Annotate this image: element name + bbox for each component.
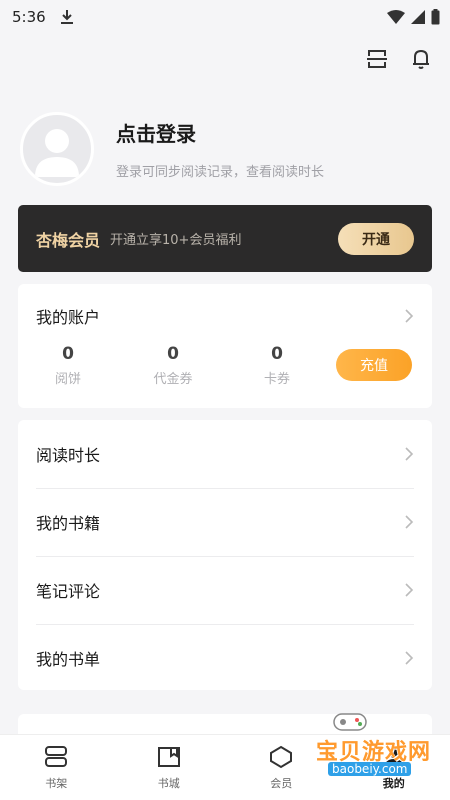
stat-label: 阅饼	[54, 372, 81, 387]
chevron-right-icon	[405, 651, 414, 665]
stat-value: 0	[167, 344, 179, 364]
status-icons	[387, 9, 440, 25]
menu-card: 阅读时长 我的书籍 笔记评论 我的书单	[18, 420, 432, 690]
download-icon	[60, 10, 73, 24]
wifi-icon	[387, 10, 405, 24]
tab-label: 我的	[382, 777, 405, 790]
login-subtitle: 登录可同步阅读记录，查看阅读时长	[116, 165, 325, 180]
account-header[interactable]: 我的账户	[18, 284, 432, 328]
top-actions	[366, 48, 432, 70]
account-title: 我的账户	[36, 308, 101, 327]
default-avatar-icon	[35, 129, 79, 177]
stat-label: 卡券	[263, 372, 290, 387]
menu-label: 我的书籍	[36, 514, 101, 533]
stat-label: 代金券	[153, 372, 193, 387]
login-title[interactable]: 点击登录	[116, 118, 324, 147]
menu-item-notes-comments[interactable]: 笔记评论	[18, 556, 432, 624]
vip-banner[interactable]: 杏梅会员 开通立享10+会员福利 开通	[18, 205, 432, 272]
stat-value: 0	[62, 344, 74, 364]
vip-open-button[interactable]: 开通	[338, 222, 414, 255]
tab-bookshelf[interactable]: 书架	[0, 735, 113, 800]
recharge-button[interactable]: 充值	[336, 349, 412, 381]
menu-item-my-books[interactable]: 我的书籍	[18, 488, 432, 556]
stat-value: 0	[271, 344, 283, 364]
bottom-tab-bar: 书架 书城 会员 我的	[0, 734, 450, 800]
menu-item-reading-time[interactable]: 阅读时长	[18, 420, 432, 488]
chevron-right-icon	[405, 515, 414, 529]
stat-card-coupon[interactable]: 0 卡券	[247, 344, 307, 387]
tab-label: 书城	[157, 777, 180, 790]
bookstore-icon	[155, 744, 183, 770]
tab-bookstore[interactable]: 书城	[113, 735, 226, 800]
bell-icon[interactable]	[410, 48, 432, 70]
vip-desc: 开通立享10+会员福利	[110, 233, 242, 248]
status-bar: 5:36	[0, 0, 450, 34]
stat-voucher[interactable]: 0 代金券	[143, 344, 203, 387]
chevron-right-icon	[405, 447, 414, 461]
signal-icon	[411, 10, 425, 24]
chevron-right-icon	[405, 583, 414, 597]
vip-icon	[267, 744, 295, 770]
tab-profile[interactable]: 我的	[338, 735, 450, 800]
menu-label: 阅读时长	[36, 446, 101, 465]
account-card: 我的账户 0 阅饼 0 代金券 0 卡券 充值	[18, 284, 432, 408]
stat-yuebing[interactable]: 0 阅饼	[38, 344, 98, 387]
vip-name: 杏梅会员	[36, 230, 101, 250]
profile-text: 点击登录 登录可同步阅读记录，查看阅读时长	[116, 118, 324, 180]
menu-label: 我的书单	[36, 650, 101, 669]
menu-item-my-booklist[interactable]: 我的书单	[18, 624, 432, 692]
tab-label: 书架	[45, 777, 68, 790]
profile-icon	[380, 744, 408, 770]
status-time: 5:36	[12, 8, 46, 26]
avatar[interactable]	[20, 112, 94, 186]
bookshelf-icon	[42, 744, 70, 770]
menu-label: 笔记评论	[36, 582, 101, 601]
profile-header[interactable]: 点击登录 登录可同步阅读记录，查看阅读时长	[20, 112, 324, 186]
battery-icon	[431, 9, 440, 25]
tab-label: 会员	[270, 777, 293, 790]
scan-icon[interactable]	[366, 48, 388, 70]
tab-vip[interactable]: 会员	[225, 735, 338, 800]
account-stats: 0 阅饼 0 代金券 0 卡券 充值	[18, 344, 432, 394]
chevron-right-icon	[405, 309, 414, 323]
